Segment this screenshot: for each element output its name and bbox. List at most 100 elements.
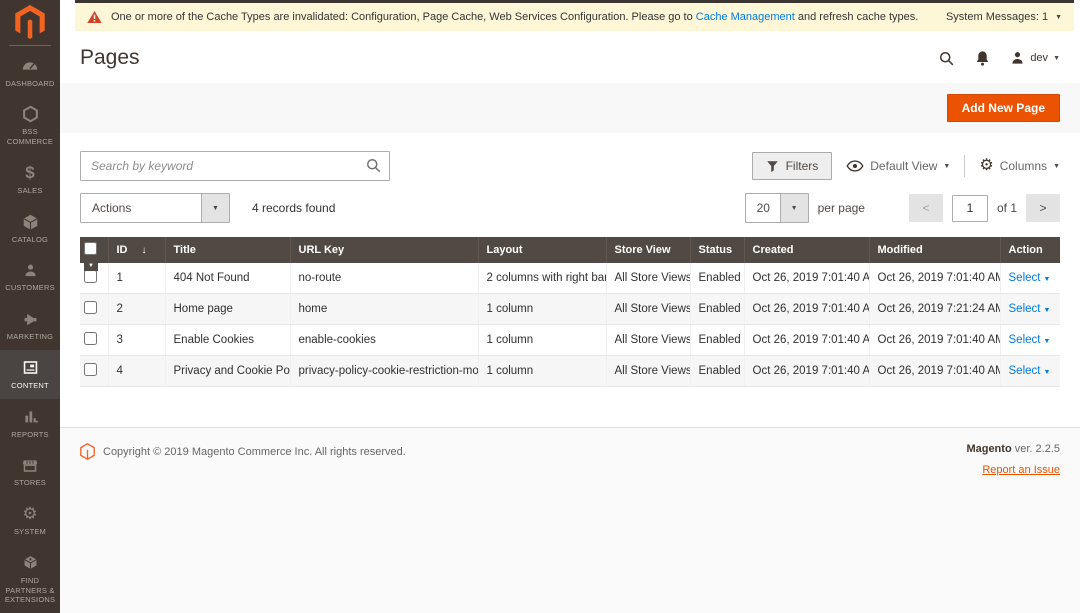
main-area: One or more of the Cache Types are inval…	[60, 0, 1080, 613]
grid-secondary-row: Actions ▼ 4 records found 20 ▼ per page …	[80, 193, 1060, 223]
cache-management-link[interactable]: Cache Management	[696, 11, 795, 23]
grid-area: Filters Default View ▼ ⚙ Columns ▼	[60, 133, 1080, 427]
sidebar-item-catalog[interactable]: CATALOG	[0, 204, 60, 253]
cell-modified: Oct 26, 2019 7:01:40 AM	[869, 263, 1000, 294]
next-page-button[interactable]: >	[1026, 194, 1060, 222]
column-header-layout[interactable]: Layout	[478, 237, 606, 263]
chevron-down-icon: ▼	[1055, 14, 1062, 21]
row-select-action[interactable]: Select▼	[1009, 272, 1051, 284]
per-page-dropdown[interactable]: 20 ▼	[745, 193, 809, 223]
column-header-id[interactable]: ID↓	[108, 237, 165, 263]
cell-url-key: enable-cookies	[290, 325, 478, 356]
cell-created: Oct 26, 2019 7:01:40 AM	[744, 294, 869, 325]
magento-logo-icon	[15, 5, 45, 39]
cell-store-view: All Store Views	[606, 356, 690, 387]
table-row: 3 Enable Cookies enable-cookies 1 column…	[80, 325, 1060, 356]
sidebar-item-customers[interactable]: CUSTOMERS	[0, 252, 60, 301]
cell-store-view: All Store Views	[606, 263, 690, 294]
sidebar-item-label: SALES	[2, 186, 58, 196]
cell-store-view: All Store Views	[606, 294, 690, 325]
cube-icon	[2, 213, 58, 231]
search-input[interactable]	[80, 151, 390, 181]
page-header: Pages dev ▼	[60, 31, 1080, 83]
search-submit-icon[interactable]	[365, 157, 382, 179]
gift-box-icon	[2, 554, 58, 572]
magento-admin-window: DASHBOARD BSS COMMERCE $ SALES CATALOG C…	[0, 0, 1080, 613]
sidebar-item-content[interactable]: CONTENT	[0, 350, 60, 399]
default-view-dropdown[interactable]: Default View ▼	[846, 159, 950, 173]
cell-store-view: All Store Views	[606, 325, 690, 356]
sidebar-item-marketing[interactable]: MARKETING	[0, 301, 60, 350]
actions-dropdown[interactable]: Actions ▼	[80, 193, 230, 223]
footer-copyright: Copyright © 2019 Magento Commerce Inc. A…	[80, 443, 406, 460]
column-header-status[interactable]: Status	[690, 237, 744, 263]
sidebar-item-system[interactable]: ⚙ SYSTEM	[0, 496, 60, 545]
prev-page-button[interactable]: <	[909, 194, 943, 222]
cell-modified: Oct 26, 2019 7:21:24 AM	[869, 294, 1000, 325]
grid-controls-row: Filters Default View ▼ ⚙ Columns ▼	[80, 151, 1060, 181]
cell-title: Privacy and Cookie Policy	[165, 356, 290, 387]
footer-version: Magento ver. 2.2.5 Report an Issue	[966, 443, 1060, 476]
sidebar-item-sales[interactable]: $ SALES	[0, 155, 60, 204]
sidebar-item-reports[interactable]: REPORTS	[0, 399, 60, 448]
user-menu[interactable]: dev ▼	[1010, 50, 1060, 66]
sidebar-item-find-partners[interactable]: FIND PARTNERS & EXTENSIONS	[0, 545, 60, 613]
column-header-modified[interactable]: Modified	[869, 237, 1000, 263]
page-title: Pages	[80, 46, 140, 70]
row-checkbox[interactable]	[84, 363, 97, 376]
grid-header-row: ▼ ID↓ Title URL Key Layout Store View St…	[80, 237, 1060, 263]
sort-desc-icon: ↓	[142, 245, 147, 256]
cell-title: 404 Not Found	[165, 263, 290, 294]
column-header-url-key[interactable]: URL Key	[290, 237, 478, 263]
sidebar-item-label: STORES	[2, 478, 58, 488]
gear-icon: ⚙	[979, 159, 993, 173]
column-header-title[interactable]: Title	[165, 237, 290, 263]
storefront-icon	[2, 456, 58, 474]
magento-logo[interactable]	[0, 0, 60, 45]
table-row: 1 404 Not Found no-route 2 columns with …	[80, 263, 1060, 294]
row-checkbox[interactable]	[84, 301, 97, 314]
pagination: 20 ▼ per page < of 1 >	[745, 193, 1060, 223]
bar-chart-icon	[2, 408, 58, 426]
report-issue-link[interactable]: Report an Issue	[982, 464, 1060, 476]
column-header-created[interactable]: Created	[744, 237, 869, 263]
eye-icon	[846, 160, 864, 172]
select-all-dropdown-icon[interactable]: ▼	[84, 261, 98, 271]
row-checkbox[interactable]	[84, 270, 97, 283]
cell-status: Enabled	[690, 263, 744, 294]
cell-layout: 1 column	[478, 325, 606, 356]
cell-status: Enabled	[690, 294, 744, 325]
system-messages-toggle[interactable]: System Messages: 1 ▼	[946, 11, 1062, 23]
cell-layout: 1 column	[478, 356, 606, 387]
sidebar-item-stores[interactable]: STORES	[0, 447, 60, 496]
column-header-action: Action	[1000, 237, 1060, 263]
cell-modified: Oct 26, 2019 7:01:40 AM	[869, 356, 1000, 387]
system-message-bar: One or more of the Cache Types are inval…	[75, 0, 1074, 31]
search-icon[interactable]	[938, 50, 955, 67]
sidebar-item-label: CONTENT	[2, 381, 58, 391]
cell-created: Oct 26, 2019 7:01:40 AM	[744, 356, 869, 387]
current-page-input[interactable]	[952, 195, 988, 222]
columns-dropdown[interactable]: ⚙ Columns ▼	[979, 159, 1060, 173]
cell-layout: 1 column	[478, 294, 606, 325]
header-icons: dev ▼	[938, 50, 1060, 67]
per-page-value: 20	[746, 194, 780, 222]
columns-label: Columns	[1000, 159, 1047, 173]
cell-id: 4	[108, 356, 165, 387]
row-checkbox[interactable]	[84, 332, 97, 345]
sidebar-item-dashboard[interactable]: DASHBOARD	[0, 48, 60, 97]
chevron-down-icon: ▼	[201, 194, 229, 222]
cell-title: Home page	[165, 294, 290, 325]
row-select-action[interactable]: Select▼	[1009, 334, 1051, 346]
row-select-action[interactable]: Select▼	[1009, 303, 1051, 315]
add-new-page-button[interactable]: Add New Page	[947, 94, 1060, 122]
sidebar-item-bss-commerce[interactable]: BSS COMMERCE	[0, 96, 60, 155]
chevron-down-icon: ▼	[1043, 307, 1050, 314]
row-select-action[interactable]: Select▼	[1009, 365, 1051, 377]
chevron-down-icon: ▼	[780, 194, 808, 222]
filters-button[interactable]: Filters	[752, 152, 833, 180]
column-header-store-view[interactable]: Store View	[606, 237, 690, 263]
sidebar-item-label: SYSTEM	[2, 527, 58, 537]
select-all-checkbox[interactable]	[84, 242, 97, 255]
notifications-bell-icon[interactable]	[975, 50, 990, 67]
